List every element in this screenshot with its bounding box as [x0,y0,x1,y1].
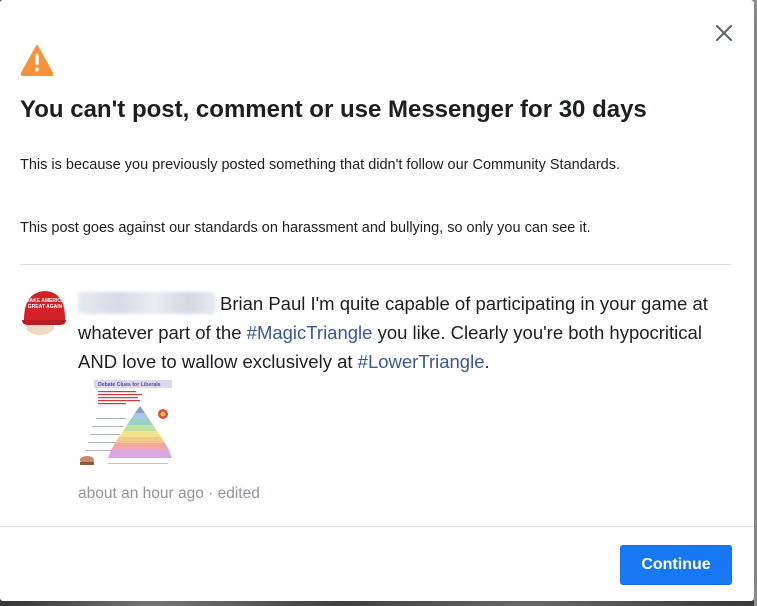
warning-triangle-icon [20,44,54,76]
post-meta: about an hour ago · edited [78,484,478,504]
close-button[interactable] [713,22,735,44]
hashtag-lower-triangle[interactable]: #LowerTriangle [358,351,485,372]
post-image-thumbnail[interactable]: Debate Clues for Liberals [78,378,176,472]
hashtag-magic-triangle[interactable]: #MagicTriangle [247,322,373,343]
dialog-title: You can't post, comment or use Messenger… [20,96,647,123]
post-text-part3: . [484,351,490,372]
avatar[interactable]: MAKE AMERICA GREAT AGAIN [18,286,68,336]
edited-label[interactable]: edited [218,485,260,502]
policy-note: This post goes against our standards on … [20,220,591,236]
post-timestamp[interactable]: about an hour ago [78,485,204,502]
meta-separator: · [203,485,218,502]
pyramid-infographic-image: Debate Clues for Liberals [78,378,176,472]
divider [20,264,731,265]
post-body: Brian Paul I'm quite capable of particip… [78,289,738,376]
restriction-dialog: You can't post, comment or use Messenger… [0,0,754,601]
red-hat-avatar-image: MAKE AMERICA GREAT AGAIN [18,286,68,336]
thumbnail-title: Debate Clues for Liberals [98,382,161,388]
close-icon [715,24,733,42]
hat-text-line2: GREAT AGAIN [28,304,63,310]
blurred-author-name [78,292,216,314]
continue-button[interactable]: Continue [620,545,732,585]
dialog-description: This is because you previously posted so… [20,157,620,173]
footer-divider [0,526,754,527]
